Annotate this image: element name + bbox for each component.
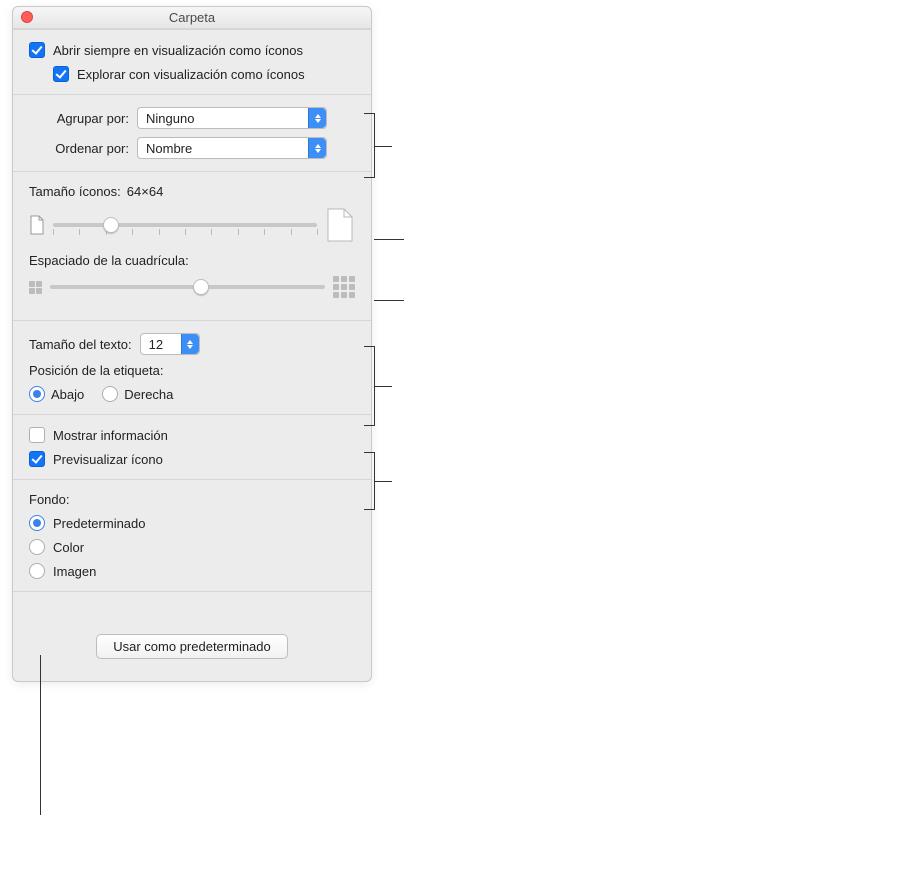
group-by-label: Agrupar por: [29,111,129,126]
section-view-mode: Abrir siempre en visualización como ícon… [13,29,371,94]
callout-line [374,300,404,301]
close-icon[interactable] [21,11,33,23]
callout-bracket [374,452,375,510]
grid-spacing-label: Espaciado de la cuadrícula: [29,253,189,268]
preview-icon-label: Previsualizar ícono [53,452,163,467]
background-label: Fondo: [29,492,69,507]
browse-checkbox[interactable] [53,66,69,82]
browse-label: Explorar con visualización como íconos [77,67,305,82]
section-icon-size: Tamaño íconos: 64×64 Espaciado de la cua… [13,171,371,320]
section-sort: Agrupar por: Ninguno Ordenar por: Nombre [13,94,371,171]
text-size-value: 12 [149,337,163,352]
label-pos-derecha-text: Derecha [124,387,173,402]
label-position-label: Posición de la etiqueta: [29,363,163,378]
sort-by-label: Ordenar por: [29,141,129,156]
sort-by-value: Nombre [146,141,192,156]
grid-tight-icon [29,281,42,294]
use-as-default-button[interactable]: Usar como predeterminado [96,634,288,659]
background-color-radio[interactable] [29,539,45,555]
view-options-panel: Carpeta Abrir siempre en visualización c… [12,6,372,682]
chevron-updown-icon [308,108,326,128]
icon-size-label: Tamaño íconos: [29,184,121,199]
callout-bracket [374,113,375,178]
preview-icon-checkbox[interactable] [29,451,45,467]
section-background: Fondo: Predeterminado Color Imagen [13,479,371,591]
grid-spacing-slider[interactable] [50,285,325,289]
chevron-updown-icon [181,334,199,354]
text-size-label: Tamaño del texto: [29,337,132,352]
slider-thumb[interactable] [193,279,209,295]
section-info: Mostrar información Previsualizar ícono [13,414,371,479]
window-title: Carpeta [169,10,215,25]
document-small-icon [29,215,45,235]
always-open-checkbox[interactable] [29,42,45,58]
callout-line [374,239,404,240]
background-image-text: Imagen [53,564,96,579]
background-color-text: Color [53,540,84,555]
icon-size-slider[interactable] [53,223,317,227]
text-size-popup[interactable]: 12 [140,333,200,355]
show-info-label: Mostrar información [53,428,168,443]
callout-line [40,655,41,815]
background-image-radio[interactable] [29,563,45,579]
label-pos-abajo-radio[interactable] [29,386,45,402]
group-by-value: Ninguno [146,111,194,126]
slider-thumb[interactable] [103,217,119,233]
show-info-checkbox[interactable] [29,427,45,443]
titlebar: Carpeta [13,7,371,29]
label-pos-derecha-radio[interactable] [102,386,118,402]
document-large-icon [325,207,355,243]
background-default-text: Predeterminado [53,516,146,531]
chevron-updown-icon [308,138,326,158]
icon-size-value: 64×64 [127,184,164,199]
callout-bracket [374,346,375,426]
sort-by-popup[interactable]: Nombre [137,137,327,159]
section-text: Tamaño del texto: 12 Posición de la etiq… [13,320,371,414]
group-by-popup[interactable]: Ninguno [137,107,327,129]
background-default-radio[interactable] [29,515,45,531]
label-pos-abajo-text: Abajo [51,387,84,402]
footer: Usar como predeterminado [13,616,371,681]
section-footer [13,591,371,616]
always-open-label: Abrir siempre en visualización como ícon… [53,43,303,58]
grid-wide-icon [333,276,355,298]
